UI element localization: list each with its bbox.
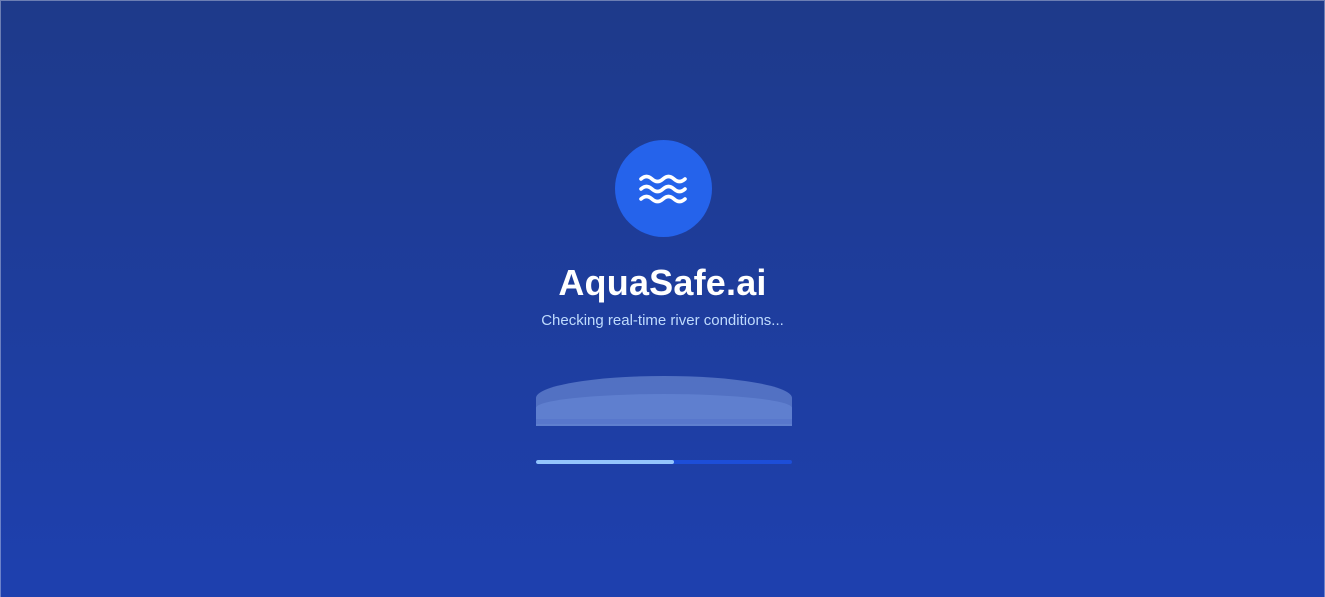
logo-badge xyxy=(615,140,712,237)
water-base xyxy=(536,419,792,424)
progress-bar-fill xyxy=(536,460,675,464)
loading-screen: AquaSafe.ai Checking real-time river con… xyxy=(0,0,1325,597)
progress-bar xyxy=(536,460,792,464)
app-title: AquaSafe.ai xyxy=(558,262,767,303)
waves-icon xyxy=(638,173,690,205)
water-wave-animation xyxy=(536,376,792,426)
loading-status-text: Checking real-time river conditions... xyxy=(541,312,784,329)
